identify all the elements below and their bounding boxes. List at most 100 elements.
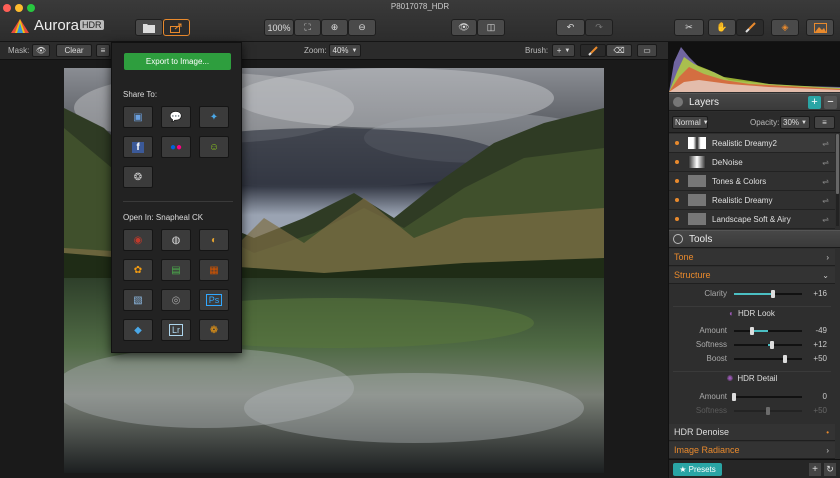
open-in-tonality-button[interactable]: ◐ [199,229,229,251]
slider-knob[interactable] [771,290,776,298]
zoom-out-button[interactable]: ⊖ [348,19,376,36]
tone-section[interactable]: Tone › [669,249,835,266]
open-in-pixelmator-button[interactable]: ◆ [123,319,153,341]
open-in-photos-button[interactable]: ❁ [199,319,229,341]
twitter-icon: ✦ [209,111,219,123]
remove-layer-button[interactable]: − [824,95,837,109]
share-photos-button[interactable]: ▣ [123,106,153,128]
share-facebook-button[interactable]: f [123,136,153,158]
open-in-intensify-button[interactable]: ▤ [161,259,191,281]
share-flickr-button[interactable]: ●● [161,136,191,158]
open-in-noiseless-button[interactable]: ◍ [161,229,191,251]
share-messages-button[interactable]: 💬 [161,106,191,128]
zoom-select[interactable]: 40% ▼ [329,44,361,57]
mask-overlay-button[interactable]: ▭ [637,44,657,57]
zoom-100-button[interactable]: 100% [264,19,294,36]
layer-menu-button[interactable]: ≡ [814,116,835,129]
slider-knob[interactable] [783,355,787,363]
open-in-photoshop-button[interactable]: Ps [199,289,229,311]
add-layer-button[interactable]: + [808,95,821,109]
redo-button[interactable]: ↷ [585,19,613,36]
open-in-lightroom-button[interactable]: Lr [161,319,191,341]
image-radiance-section[interactable]: Image Radiance › [669,442,835,459]
slider-track[interactable] [734,407,802,415]
detail-amount-slider-row[interactable]: Amount 0 [669,390,835,404]
layers-scroll-thumb[interactable] [836,134,839,194]
slider-track[interactable] [732,393,802,401]
compare-button[interactable]: ◫ [477,19,505,36]
brush-mode-select[interactable]: + ▼ [552,44,575,57]
chevron-down-icon: ▼ [801,119,807,126]
hand-tool-button[interactable]: ✋ [708,19,736,36]
eraser-button[interactable]: ⌫ [606,44,632,57]
opacity-select[interactable]: 30% ▼ [780,116,810,129]
export-to-image-button[interactable]: Export to Image... [124,53,231,70]
layer-settings-icon[interactable]: ⇌ [822,158,829,167]
open-in-preview-button[interactable]: ▧ [123,289,153,311]
chevron-right-icon: › [826,252,829,262]
clarity-slider-row[interactable]: Clarity +16 [669,287,835,301]
hdr-softness-slider-row[interactable]: Softness +12 [669,338,835,352]
layer-settings-icon[interactable]: ⇌ [822,177,829,186]
open-in-focus-button[interactable]: ▦ [199,259,229,281]
hdr-look-title: HDR Look [737,309,775,318]
layer-name: Realistic Dreamy [712,195,773,205]
layers-toggle-button[interactable]: ◈ [771,19,799,36]
layer-item[interactable]: DeNoise ⇌ [669,153,835,172]
layer-settings-icon[interactable]: ⇌ [822,215,829,224]
share-500px-button[interactable]: ❂ [123,166,153,188]
slider-knob[interactable] [732,393,736,401]
zoom-in-button[interactable]: ⊕ [321,19,348,36]
layer-item[interactable]: Tones & Colors ⇌ [669,172,835,191]
add-preset-button[interactable]: + [809,463,821,476]
slider-knob[interactable] [749,327,754,335]
layer-settings-icon[interactable]: ⇌ [822,139,829,148]
options-bar: Mask: 👁 Clear ≡ Zoom: 40% ▼ Brush: + ▼ ⌫ ▭ [0,42,668,60]
mask-visibility-button[interactable]: 👁 [32,44,50,57]
brush-tool-button[interactable] [736,19,764,36]
slider-value: -49 [815,326,827,335]
open-in-photos-app-button[interactable]: ✿ [123,259,153,281]
slider-track[interactable] [734,355,802,363]
open-in-aperture-button[interactable]: ◎ [161,289,191,311]
share-smugmug-button[interactable]: ☺ [199,136,229,158]
structure-section[interactable]: Structure ⌄ [669,267,835,284]
presets-button[interactable]: ★ Presets [673,463,722,476]
mask-menu-button[interactable]: ≡ [96,44,110,57]
slider-track[interactable] [734,290,802,298]
chevron-down-icon: ⌄ [822,270,829,280]
layer-item[interactable]: Realistic Dreamy ⇌ [669,191,835,210]
right-panel: Layers + − Normal ▼ Opacity: 30% ▼ ≡ Reali… [668,42,840,478]
tools-header: Tools [669,230,840,248]
hdr-amount-slider-row[interactable]: Amount -49 [669,324,835,338]
layer-item[interactable]: Landscape Soft & Airy ⇌ [669,210,835,229]
fit-screen-button[interactable]: ⛶ [294,19,321,36]
reset-button[interactable]: ↻ [824,463,836,476]
layer-settings-icon[interactable]: ⇌ [822,196,829,205]
hdr-badge: HDR [80,20,104,30]
preview-button[interactable]: 👁 [451,19,477,36]
open-in-snapheal-button[interactable]: ◉ [123,229,153,251]
chevron-down-icon: ▼ [564,47,571,54]
slider-track[interactable] [734,341,802,349]
image-panel-button[interactable] [806,19,834,36]
slider-track[interactable] [734,327,802,335]
open-file-button[interactable] [135,19,163,36]
tonality-icon: ◐ [210,234,218,246]
detail-softness-slider-row[interactable]: Softness +50 [669,404,835,418]
slider-label: Boost [706,354,727,363]
slider-knob[interactable] [770,341,775,349]
paint-brush-button[interactable] [580,44,606,57]
share-button[interactable] [163,19,190,36]
hdr-boost-slider-row[interactable]: Boost +50 [669,352,835,366]
blend-mode-select[interactable]: Normal ▼ [672,116,709,129]
clear-mask-button[interactable]: Clear [56,44,92,57]
undo-button[interactable]: ↶ [556,19,585,36]
share-twitter-button[interactable]: ✦ [199,106,229,128]
layers-scrollbar[interactable] [836,134,839,226]
crop-tool-button[interactable]: ✂ [674,19,704,36]
hdr-denoise-section[interactable]: HDR Denoise • [669,424,835,441]
layer-item[interactable]: Realistic Dreamy2 ⇌ [669,134,835,153]
slider-knob[interactable] [766,407,770,415]
menu-icon: ≡ [822,118,827,127]
